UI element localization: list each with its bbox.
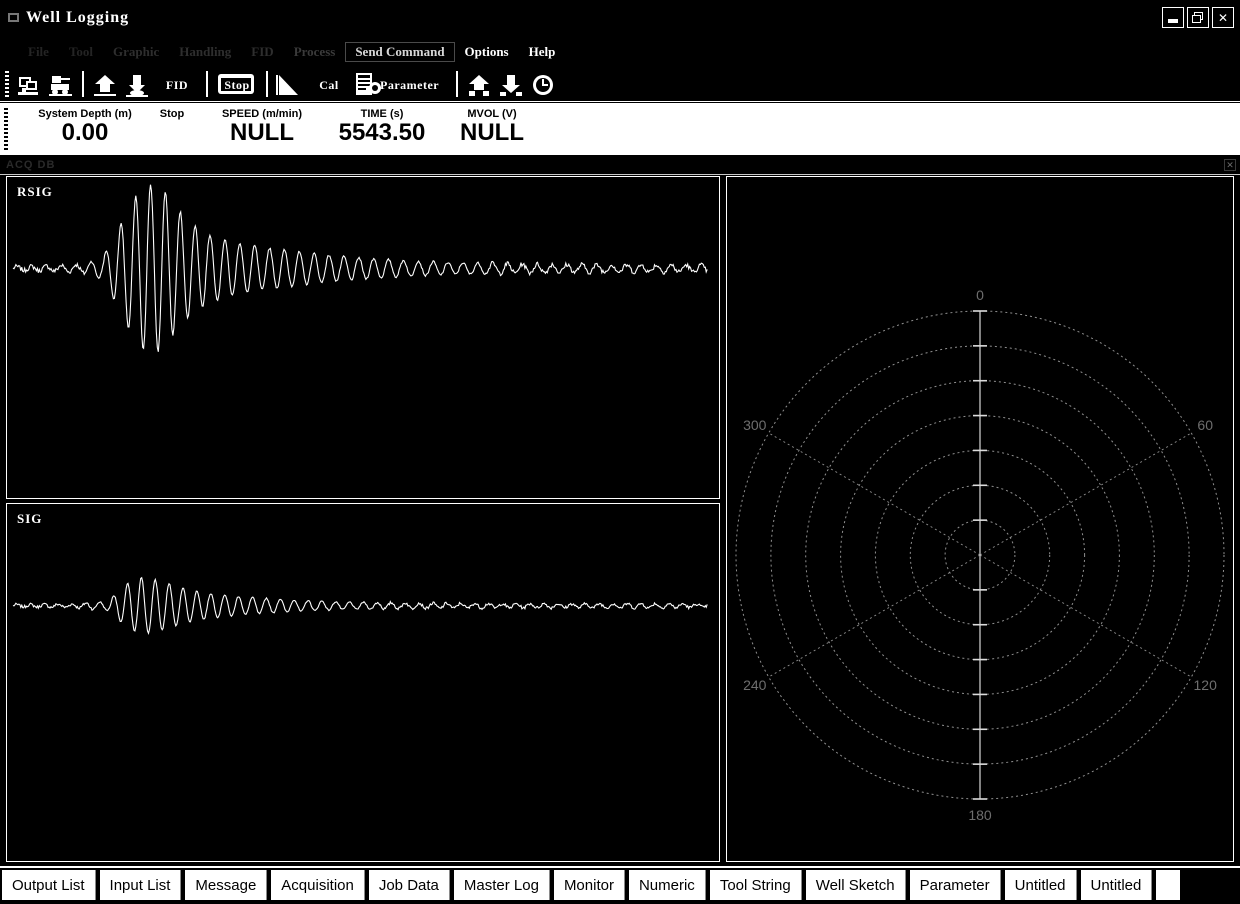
polar-spoke — [979, 554, 1192, 678]
system-depth-value: 0.00 — [61, 119, 109, 146]
connect-tool-icon[interactable] — [14, 70, 44, 98]
tool-up2-icon[interactable] — [464, 70, 494, 98]
depth-wedge-icon[interactable] — [274, 70, 304, 98]
tool-up-icon[interactable] — [90, 70, 120, 98]
tab-parameter[interactable]: Parameter — [907, 870, 1001, 900]
tab-job-data[interactable]: Job Data — [366, 870, 450, 900]
readout-grip[interactable] — [4, 108, 8, 150]
menu-item-process[interactable]: Process — [284, 42, 346, 62]
readout-system-depth: System Depth (m) 0.00 — [20, 108, 150, 146]
rsig-panel-label: RSIG — [17, 184, 53, 199]
tool-down-icon[interactable] — [122, 70, 152, 98]
readout-speed: SPEED (m/min) NULL — [192, 108, 332, 146]
menu-item-file[interactable]: File — [18, 42, 59, 62]
menu-bar: File Tool Graphic Handling FID Process S… — [0, 40, 1240, 64]
truck-winch-icon[interactable] — [46, 70, 76, 98]
cal-button[interactable]: Cal — [306, 70, 352, 98]
title-bar: Well Logging ✕ — [0, 0, 1240, 36]
polar-angle-label: 300 — [743, 417, 767, 433]
menu-item-options[interactable]: Options — [455, 42, 519, 62]
tab-monitor[interactable]: Monitor — [551, 870, 625, 900]
parameter-button[interactable]: Parameter — [354, 70, 450, 98]
menu-item-handling[interactable]: Handling — [169, 42, 241, 62]
close-icon: ✕ — [1217, 10, 1229, 25]
time-value: 5543.50 — [338, 119, 426, 146]
window-title: Well Logging — [26, 9, 130, 26]
sig-panel[interactable]: SIG — [6, 503, 720, 862]
polar-spoke — [979, 432, 1192, 556]
polar-angle-label: 180 — [968, 807, 992, 823]
tab-master-log[interactable]: Master Log — [451, 870, 550, 900]
cal-label: Cal — [319, 77, 339, 92]
mvol-value: NULL — [460, 119, 524, 146]
fid-label: FID — [165, 77, 189, 92]
rsig-waveform-chart — [12, 184, 708, 352]
fid-icon[interactable]: FID — [154, 70, 200, 98]
tab-output-list[interactable]: Output List — [0, 870, 96, 900]
menu-item-send-command[interactable]: Send Command — [345, 42, 454, 62]
menu-item-tool[interactable]: Tool — [59, 42, 103, 62]
toolbar: FID Stop Cal Parameter — [0, 66, 1240, 102]
tab-input-list[interactable]: Input List — [97, 870, 182, 900]
mdi-child-title-bar[interactable]: ACQ DB ✕ — [0, 157, 1240, 175]
readout-mvol: MVOL (V) NULL — [432, 108, 552, 146]
tab-overflow-slot[interactable] — [1154, 870, 1181, 900]
polar-angle-label: 0 — [976, 287, 984, 303]
minimize-icon — [1168, 19, 1178, 23]
tab-acquisition[interactable]: Acquisition — [269, 870, 365, 900]
tool-down2-icon[interactable] — [496, 70, 526, 98]
close-button[interactable]: ✕ — [1212, 7, 1234, 28]
clock-icon[interactable] — [528, 70, 558, 98]
sig-panel-label: SIG — [17, 511, 43, 526]
polar-panel[interactable]: 0 60 120 180 240 300 — [726, 176, 1234, 862]
polar-spoke — [768, 554, 981, 678]
polar-angle-label: 120 — [1194, 677, 1218, 693]
status-readout-bar: System Depth (m) 0.00 Stop SPEED (m/min)… — [0, 103, 1240, 155]
toolbar-separator — [82, 70, 84, 97]
mdi-child-title: ACQ DB — [6, 159, 56, 171]
stop-label: Stop — [224, 77, 250, 92]
menu-item-fid[interactable]: FID — [241, 42, 283, 62]
parameter-label: Parameter — [380, 77, 440, 92]
toolbar-grip[interactable] — [5, 70, 9, 97]
mdi-close-icon[interactable]: ✕ — [1224, 159, 1236, 171]
sig-waveform-chart — [12, 576, 708, 636]
menu-item-graphic[interactable]: Graphic — [103, 42, 169, 62]
minimize-button[interactable] — [1162, 7, 1184, 28]
stop-button[interactable]: Stop — [214, 70, 260, 98]
window-controls: ✕ — [1162, 7, 1234, 28]
toolbar-separator-4 — [456, 70, 458, 97]
restore-button[interactable] — [1187, 7, 1209, 28]
app-window-icon — [6, 10, 22, 26]
polar-angle-label: 240 — [743, 677, 767, 693]
bottom-tab-bar: Output List Input List Message Acquisiti… — [0, 866, 1240, 904]
readout-time: TIME (s) 5543.50 — [312, 108, 452, 146]
menu-item-help[interactable]: Help — [519, 42, 566, 62]
app-window: Well Logging ✕ File Tool Graphic Handlin… — [0, 0, 1240, 904]
tab-numeric[interactable]: Numeric — [626, 870, 706, 900]
tab-well-sketch[interactable]: Well Sketch — [803, 870, 906, 900]
rsig-panel[interactable]: RSIG — [6, 176, 720, 499]
tab-tool-string[interactable]: Tool String — [707, 870, 802, 900]
restore-icon-front — [1192, 15, 1201, 23]
tab-untitled-1[interactable]: Untitled — [1002, 870, 1077, 900]
toolbar-separator-2 — [206, 70, 208, 97]
polar-spoke — [768, 432, 981, 556]
tab-message[interactable]: Message — [183, 870, 268, 900]
polar-compass-chart: 0 60 120 180 240 300 — [735, 287, 1225, 823]
plot-workspace: RSIG SIG 0 60 120 180 240 300 — [0, 176, 1240, 866]
speed-value: NULL — [230, 119, 294, 146]
tab-untitled-2[interactable]: Untitled — [1078, 870, 1153, 900]
polar-angle-label: 60 — [1197, 417, 1213, 433]
toolbar-separator-3 — [266, 70, 268, 97]
